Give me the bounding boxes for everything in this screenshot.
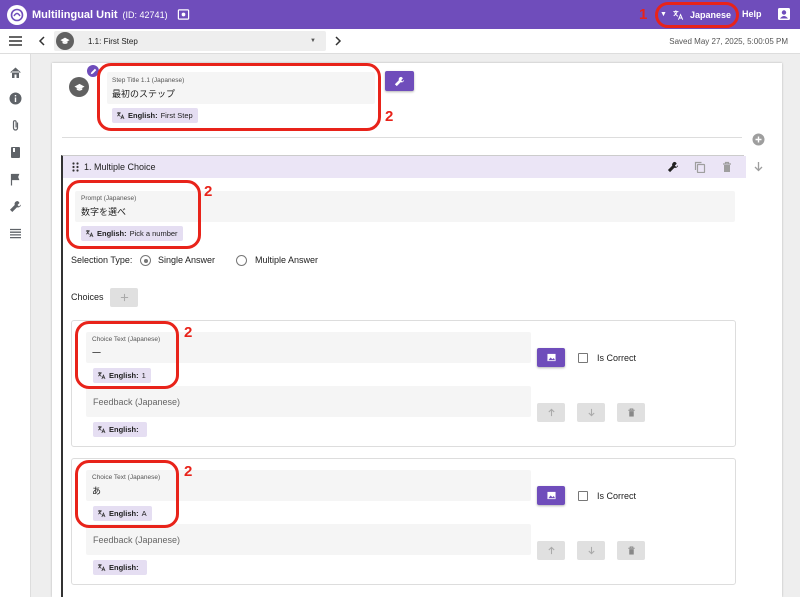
app-title: Multilingual Unit [32,8,118,21]
wrench-icon[interactable] [667,161,679,173]
plus-icon [120,293,128,302]
annotation-box [75,321,179,389]
delete-choice-button[interactable] [617,403,645,422]
annotation-number: 2 [184,324,193,341]
book-icon[interactable] [9,146,22,159]
annotation-number: 2 [204,183,213,200]
multiple-answer-label[interactable]: Multiple Answer [255,255,318,265]
choice-image-button[interactable] [537,348,565,367]
annotation-box [97,63,381,131]
app-id: (ID: 42741) [122,9,168,20]
choices-label: Choices [71,292,104,302]
app-logo-icon[interactable] [7,4,27,25]
move-up-button[interactable] [537,541,565,560]
step-avatar [69,77,89,97]
move-down-button[interactable] [577,541,605,560]
multiple-answer-radio[interactable] [236,255,247,266]
add-choice-button[interactable] [110,288,138,307]
feedback-english-chip: English: [93,560,147,575]
drag-handle-icon[interactable] [72,162,79,172]
annotation-number: 2 [184,463,193,480]
question-title: 1. Multiple Choice [84,162,156,172]
arrow-down-icon [587,408,595,417]
arrow-up-icon [547,546,555,555]
is-correct-label[interactable]: Is Correct [597,353,636,363]
feedback-field[interactable]: Feedback (Japanese) [86,386,531,417]
translate-icon [97,425,106,434]
sidebar [0,54,31,597]
annotation-box [655,2,739,28]
chevron-left-icon[interactable] [36,35,48,47]
delete-icon [627,546,635,555]
attachment-icon[interactable] [9,119,22,132]
graduation-cap-icon [56,32,74,50]
is-correct-label[interactable]: Is Correct [597,491,636,501]
choice-image-button[interactable] [537,486,565,505]
step-settings-button[interactable] [385,71,414,91]
english-label: English: [109,425,139,434]
copy-icon[interactable] [694,161,706,173]
feedback-placeholder: Feedback (Japanese) [93,397,181,407]
selection-type-label: Selection Type: [71,255,133,265]
step-navigation-bar: 1.1: First Step ▼ Saved May 27, 2025, 5:… [0,29,800,54]
wrench-icon[interactable] [9,200,22,213]
annotation-box [66,180,201,249]
arrow-down-icon[interactable] [753,161,764,172]
arrow-up-icon [547,408,555,417]
english-label: English: [109,563,139,572]
single-answer-label[interactable]: Single Answer [158,255,215,265]
single-answer-radio[interactable] [140,255,151,266]
is-correct-checkbox[interactable] [578,491,588,501]
annotation-number: 1 [639,6,648,23]
saved-status: Saved May 27, 2025, 5:00:05 PM [669,37,788,46]
preview-icon[interactable] [177,8,191,22]
flag-icon[interactable] [9,173,22,186]
step-selector[interactable]: 1.1: First Step ▼ [54,31,326,51]
help-link[interactable]: Help [742,9,762,19]
image-icon [546,491,556,500]
divider [62,137,742,138]
delete-choice-button[interactable] [617,541,645,560]
image-icon [546,353,556,362]
move-up-button[interactable] [537,403,565,422]
wrench-icon [394,76,405,86]
list-icon[interactable] [9,227,22,240]
home-icon[interactable] [9,66,22,79]
arrow-down-icon [587,546,595,555]
move-down-button[interactable] [577,403,605,422]
pencil-icon [90,68,96,74]
step-selector-label: 1.1: First Step [88,36,138,46]
feedback-english-chip: English: [93,422,147,437]
dropdown-arrow-icon: ▼ [310,38,316,44]
add-circle-icon[interactable] [752,133,765,146]
delete-icon[interactable] [721,161,733,173]
is-correct-checkbox[interactable] [578,353,588,363]
feedback-placeholder: Feedback (Japanese) [93,535,181,545]
feedback-field[interactable]: Feedback (Japanese) [86,524,531,555]
question-header: 1. Multiple Choice [63,156,746,178]
account-icon[interactable] [777,7,791,21]
menu-icon[interactable] [9,35,22,47]
chevron-right-icon[interactable] [332,35,344,47]
translate-icon [97,563,106,572]
delete-icon [627,408,635,417]
info-icon[interactable] [9,92,22,105]
annotation-number: 2 [385,108,394,125]
annotation-box [75,460,179,528]
graduation-cap-icon [73,83,85,91]
